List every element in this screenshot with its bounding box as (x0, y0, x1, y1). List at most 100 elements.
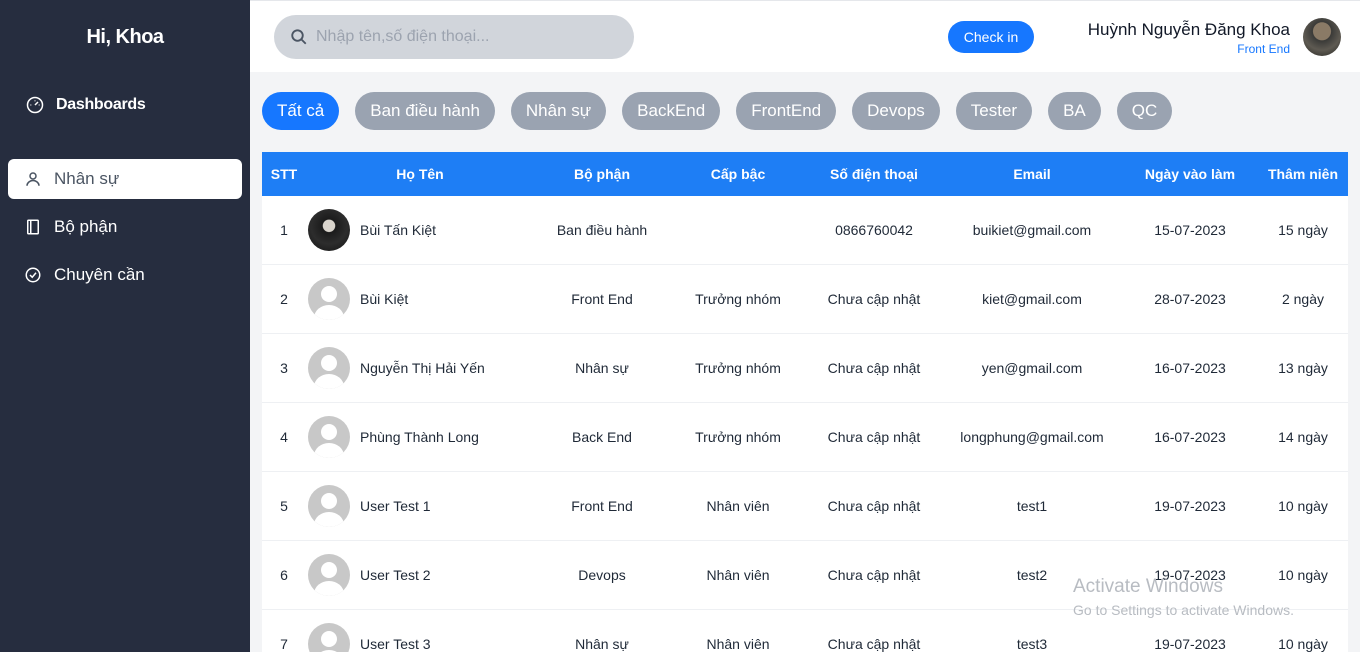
search-box[interactable] (274, 15, 634, 59)
row-seniority: 10 ngày (1278, 636, 1328, 652)
col-seniority: Thâm niên (1267, 166, 1338, 182)
row-seniority: 15 ngày (1278, 222, 1328, 238)
row-name: Bùi Kiệt (360, 291, 409, 307)
top-bar: Check in Huỳnh Nguyễn Đăng Khoa Front En… (250, 0, 1360, 72)
row-email: buikiet@gmail.com (972, 222, 1092, 238)
row-stt: 3 (280, 360, 288, 376)
row-email: test1 (1016, 498, 1048, 514)
sidebar-item-nhan-su[interactable]: Nhân sự (8, 159, 242, 199)
row-name: User Test 2 (360, 567, 431, 583)
row-name-cell: Bùi Kiệt (306, 278, 534, 320)
search-input[interactable] (316, 28, 616, 46)
row-date: 16-07-2023 (1154, 360, 1226, 376)
row-rank: Nhân viên (706, 498, 770, 514)
filter-ba[interactable]: BA (1048, 92, 1101, 130)
avatar (308, 347, 350, 389)
row-stt: 5 (280, 498, 288, 514)
sidebar-item-chuyen-can[interactable]: Chuyên cần (8, 255, 242, 295)
row-rank: Trưởng nhóm (695, 360, 781, 376)
check-circle-icon (24, 266, 42, 284)
row-date: 28-07-2023 (1154, 291, 1226, 307)
row-phone: Chưa cập nhật (827, 360, 921, 376)
table-row[interactable]: 1 Bùi Tấn Kiệt Ban điều hành 0866760042 … (262, 196, 1348, 265)
filter-nhan-su[interactable]: Nhân sự (510, 92, 607, 130)
row-name-cell: Bùi Tấn Kiệt (306, 209, 534, 251)
sidebar-item-bo-phan[interactable]: Bộ phận (8, 207, 242, 247)
table-row[interactable]: 2 Bùi Kiệt Front End Trưởng nhóm Chưa cậ… (262, 265, 1348, 334)
col-dept: Bộ phận (574, 166, 630, 182)
row-name: User Test 3 (360, 636, 431, 652)
row-seniority: 10 ngày (1278, 498, 1328, 514)
row-email: test3 (1016, 636, 1048, 652)
row-date: 15-07-2023 (1154, 222, 1226, 238)
row-stt: 1 (280, 222, 288, 238)
row-phone: Chưa cập nhật (827, 291, 921, 307)
avatar (308, 416, 350, 458)
row-date: 19-07-2023 (1154, 567, 1226, 583)
filter-frontend[interactable]: FrontEnd (736, 92, 837, 130)
greeting: Hi, Khoa (86, 26, 164, 48)
nav-dashboards[interactable]: Dashboards (26, 96, 146, 114)
row-seniority: 13 ngày (1278, 360, 1328, 376)
sidebar-item-label: Chuyên cần (54, 265, 145, 284)
row-phone: 0866760042 (835, 222, 913, 238)
col-rank: Cấp bậc (710, 166, 766, 182)
user-role: Front End (1237, 42, 1290, 56)
filter-ban-dieu-hanh[interactable]: Ban điều hành (355, 92, 495, 130)
row-name-cell: User Test 3 (306, 623, 534, 652)
avatar (308, 278, 350, 320)
row-name-cell: User Test 1 (306, 485, 534, 527)
user-icon (24, 170, 42, 188)
row-name: Bùi Tấn Kiệt (360, 222, 437, 238)
row-seniority: 10 ngày (1278, 567, 1328, 583)
row-phone: Chưa cập nhật (827, 567, 921, 583)
avatar (308, 485, 350, 527)
row-dept: Front End (571, 291, 633, 307)
row-phone: Chưa cập nhật (827, 498, 921, 514)
avatar (308, 209, 350, 251)
row-phone: Chưa cập nhật (827, 429, 921, 445)
avatar (308, 623, 350, 652)
book-icon (24, 218, 42, 236)
col-start-date: Ngày vào làm (1144, 166, 1236, 182)
row-dept: Front End (571, 498, 633, 514)
row-rank: Trưởng nhóm (695, 291, 781, 307)
sidebar: Hi, Khoa Dashboards Nhân sự Bộ phận Chuy… (0, 0, 250, 652)
sidebar-item-label: Bộ phận (54, 217, 118, 236)
row-name: Nguyễn Thị Hải Yến (360, 360, 485, 376)
search-icon (291, 29, 307, 45)
table-header: STT Họ Tên Bộ phận Cấp bậc Số điện thoại… (262, 152, 1348, 196)
row-seniority: 2 ngày (1281, 291, 1325, 307)
row-phone: Chưa cập nhật (827, 636, 921, 652)
row-email: yen@gmail.com (981, 360, 1083, 376)
row-rank: Nhân viên (706, 636, 770, 652)
row-email: longphung@gmail.com (960, 429, 1104, 445)
row-email: test2 (1016, 567, 1048, 583)
row-name-cell: User Test 2 (306, 554, 534, 596)
row-stt: 4 (280, 429, 288, 445)
filter-devops[interactable]: Devops (852, 92, 940, 130)
col-phone: Số điện thoại (830, 166, 918, 182)
row-stt: 6 (280, 567, 288, 583)
row-dept: Ban điều hành (556, 222, 648, 238)
table-row[interactable]: 3 Nguyễn Thị Hải Yến Nhân sự Trưởng nhóm… (262, 334, 1348, 403)
table-row[interactable]: 7 User Test 3 Nhân sự Nhân viên Chưa cập… (262, 610, 1348, 652)
row-stt: 2 (280, 291, 288, 307)
row-dept: Devops (578, 567, 626, 583)
table-row[interactable]: 4 Phùng Thành Long Back End Trưởng nhóm … (262, 403, 1348, 472)
avatar (308, 554, 350, 596)
user-avatar[interactable] (1303, 18, 1341, 56)
col-stt: STT (270, 166, 298, 182)
nav-dashboards-label: Dashboards (56, 96, 146, 113)
row-dept: Back End (572, 429, 632, 445)
table-row[interactable]: 5 User Test 1 Front End Nhân viên Chưa c… (262, 472, 1348, 541)
filter-tester[interactable]: Tester (955, 92, 1033, 130)
row-date: 19-07-2023 (1154, 498, 1226, 514)
row-name: Phùng Thành Long (360, 429, 479, 445)
check-in-button[interactable]: Check in (948, 21, 1034, 53)
filter-qc[interactable]: QC (1116, 92, 1173, 130)
department-filters: Tất cả Ban điều hành Nhân sự BackEnd Fro… (262, 92, 1173, 130)
filter-backend[interactable]: BackEnd (622, 92, 721, 130)
filter-tat-ca[interactable]: Tất cả (262, 92, 340, 130)
table-row[interactable]: 6 User Test 2 Devops Nhân viên Chưa cập … (262, 541, 1348, 610)
